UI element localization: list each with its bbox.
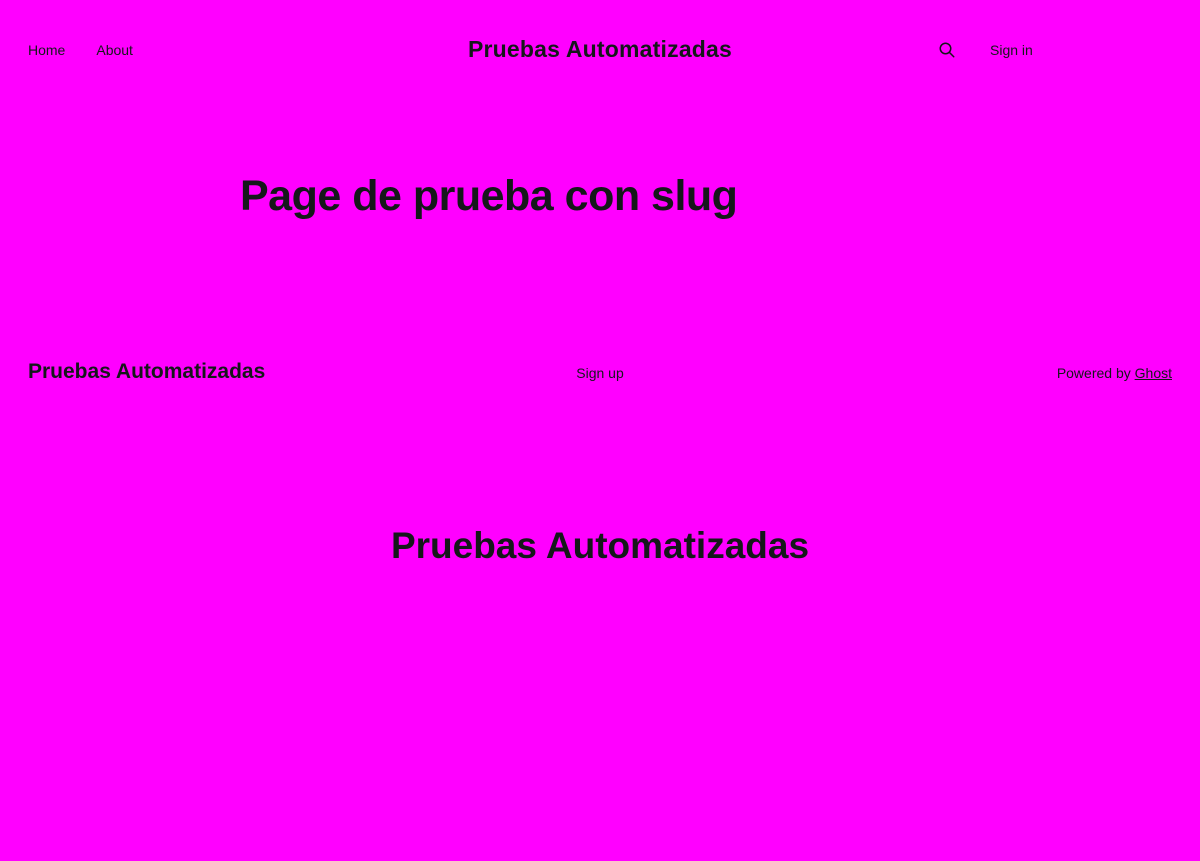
powered-by: Powered by Ghost: [1057, 363, 1172, 383]
search-icon: [939, 42, 955, 58]
large-brand-title: Pruebas Automatizadas: [390, 525, 810, 566]
powered-by-label: Powered by: [1056, 365, 1135, 381]
ghost-link[interactable]: Ghost: [1135, 365, 1172, 381]
signin-link[interactable]: Sign in: [990, 40, 1033, 60]
footer-signup-link[interactable]: Sign up: [576, 365, 623, 381]
footer-signup: Sign up: [0, 363, 1200, 383]
search-button[interactable]: [937, 40, 957, 60]
site-footer: Pruebas Automatizadas Sign up Powered by…: [0, 355, 1200, 391]
page-title: Page de prueba con slug: [240, 172, 738, 220]
header-actions: Sign in: [937, 40, 1033, 60]
site-header: Home About Pruebas Automatizadas Sign in: [0, 0, 1200, 100]
